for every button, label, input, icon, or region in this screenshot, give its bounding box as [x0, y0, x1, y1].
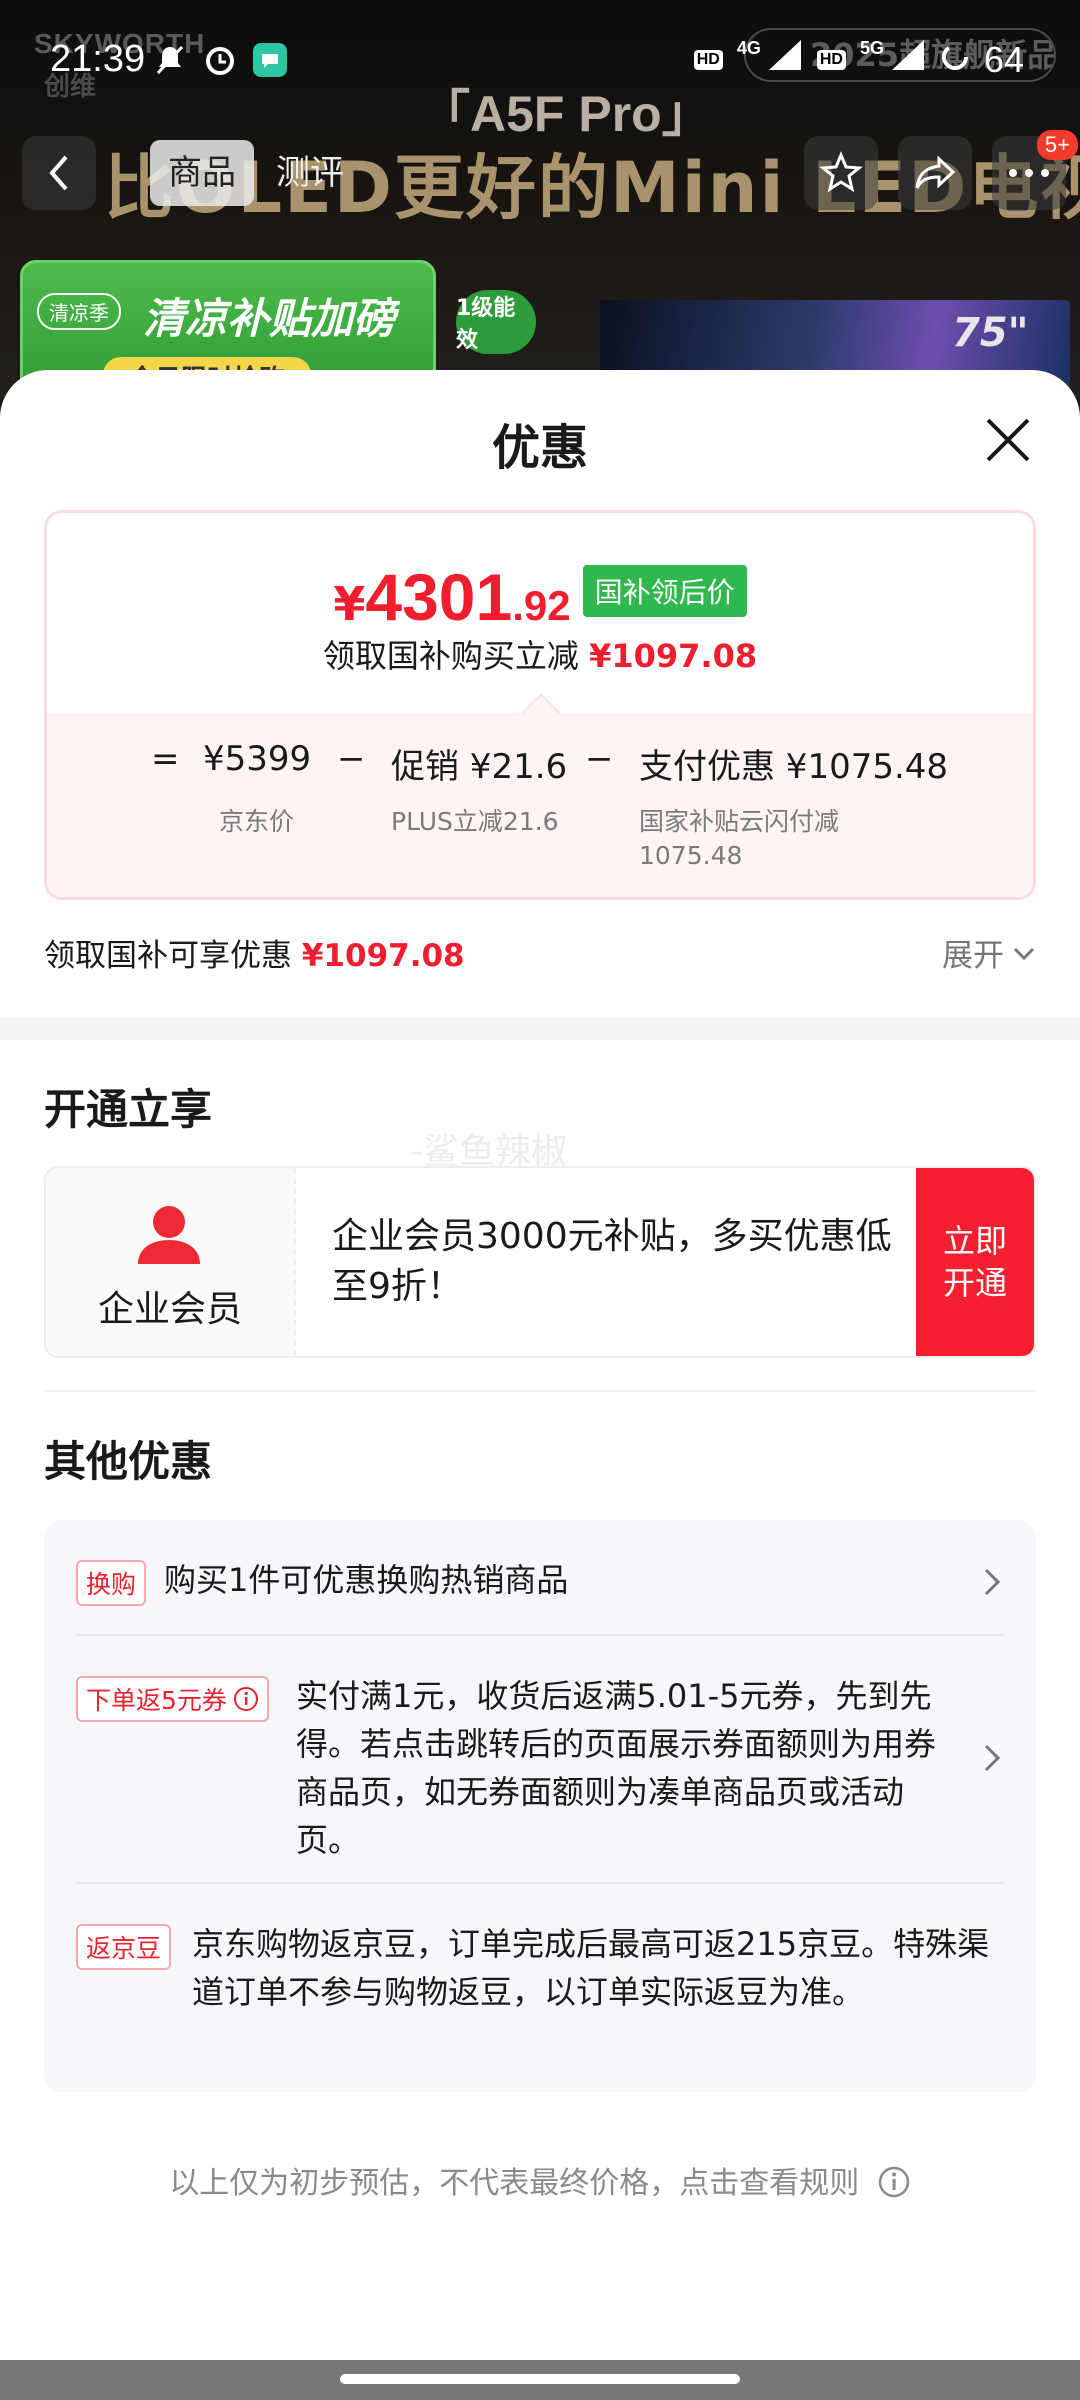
- promo-discount: 促销 ¥21.6: [391, 747, 568, 787]
- info-icon: [878, 2166, 910, 2198]
- open-now-line1: 立即: [942, 1222, 1007, 1260]
- subsidy-saving-line: 领取国补购买立减 ¥1097.08: [47, 631, 1033, 677]
- battery-ring-icon: [940, 39, 970, 81]
- final-price-row: ¥ 4301 .92 国补领后价: [47, 559, 1033, 635]
- other-discounts-card: 换购 购买1件可优惠换购热销商品 下单返5元券 实付满1元，收货后返满5.01-…: [44, 1520, 1036, 2092]
- chat-app-icon: [252, 42, 288, 78]
- divider: [44, 1390, 1036, 1392]
- subsidy-saving-amount: ¥1097.08: [589, 637, 758, 675]
- equals-sign: =: [151, 739, 180, 779]
- status-time: 21:39: [50, 38, 146, 80]
- nav-actions: 5+: [804, 130, 1078, 210]
- price-breakdown-card: ¥ 4301 .92 国补领后价 领取国补购买立减 ¥1097.08 = ¥53…: [44, 510, 1036, 900]
- share-button[interactable]: [898, 136, 972, 210]
- enterprise-member-card[interactable]: 企业会员 企业会员3000元补贴，多买优惠低至9折！ 立即 开通: [44, 1166, 1036, 1358]
- status-icons-right: HD 4G HD 5G 64: [693, 38, 1024, 81]
- offer-trade-in[interactable]: 换购 购买1件可优惠换购热销商品: [76, 1556, 1004, 1616]
- offer-tag-label: 下单返5元券: [86, 1686, 227, 1715]
- banner-tag: 清凉季: [37, 293, 121, 330]
- close-icon: [986, 418, 1030, 462]
- promo-note: PLUS立减21.6: [391, 807, 559, 836]
- energy-label-badge: 1级能效: [456, 290, 536, 354]
- banner-title: 清凉补贴加磅: [143, 294, 396, 343]
- battery-percent: 64: [983, 38, 1024, 80]
- more-dots-icon: [1009, 169, 1049, 177]
- offer-tag: 下单返5元券: [76, 1676, 269, 1722]
- available-discount-row: 领取国补可享优惠 ¥1097.08 展开: [44, 930, 1036, 980]
- star-icon: [819, 151, 863, 193]
- hd-icon: HD: [816, 49, 846, 70]
- other-discounts-title: 其他优惠: [44, 1437, 213, 1486]
- mute-icon: [152, 42, 188, 78]
- rules-note-text: 以上仅为初步预估，不代表最终价格，点击查看规则: [169, 2166, 860, 2201]
- subsidy-saving-label: 领取国补购买立减: [322, 637, 579, 675]
- open-membership-title: 开通立享: [44, 1085, 213, 1134]
- price-integer: 4301: [365, 560, 513, 634]
- navigation-bar: [0, 2360, 1080, 2400]
- available-discount-label: 领取国补可享优惠: [44, 938, 292, 974]
- rules-note[interactable]: 以上仅为初步预估，不代表最终价格，点击查看规则: [0, 2158, 1080, 2202]
- back-button[interactable]: [22, 136, 96, 210]
- more-button[interactable]: 5+: [992, 130, 1078, 210]
- offer-divider: [76, 1634, 1004, 1636]
- member-type-label: 企业会员: [97, 1289, 242, 1330]
- offer-tag: 返京豆: [76, 1924, 172, 1970]
- signal-icon: [890, 38, 926, 81]
- available-discount-amount: ¥1097.08: [301, 938, 465, 974]
- jd-price: ¥5399: [203, 739, 312, 779]
- favorite-button[interactable]: [804, 136, 878, 210]
- expand-button[interactable]: 展开: [942, 930, 1036, 975]
- expand-label: 展开: [942, 938, 1004, 974]
- payment-note-line2: 1075.48: [639, 841, 743, 870]
- home-indicator[interactable]: [340, 2374, 740, 2384]
- member-badge-area: 企业会员: [46, 1168, 296, 1356]
- status-bar: 21:39 HD 4G HD 5G 64: [0, 0, 1080, 120]
- offer-text: 购买1件可优惠换购热销商品: [164, 1561, 569, 1599]
- payment-note-line1: 国家补贴云闪付减: [639, 807, 840, 836]
- offer-coupon-return[interactable]: 下单返5元券 实付满1元，收货后返满5.01-5元券，先到先得。若点击跳转后的页…: [76, 1672, 1004, 1872]
- section-divider: [0, 1018, 1080, 1040]
- close-button[interactable]: [980, 412, 1036, 468]
- alarm-icon: [202, 42, 238, 78]
- offer-tag: 换购: [76, 1560, 147, 1606]
- offer-jd-beans: 返京豆 京东购物返京豆，订单完成后最高可返215京豆。特殊渠道订单不参与购物返豆…: [76, 1920, 1004, 2070]
- network-type-2: 5G: [859, 38, 884, 58]
- offer-divider: [76, 1882, 1004, 1884]
- tab-review[interactable]: 测评: [258, 140, 362, 206]
- offer-text: 实付满1元，收货后返满5.01-5元券，先到先得。若点击跳转后的页面展示券面额则…: [296, 1677, 937, 1859]
- minus-sign: −: [585, 739, 614, 779]
- message-count-badge: 5+: [1036, 130, 1078, 160]
- discount-sheet: 优惠 ¥ 4301 .92 国补领后价 领取国补购买立减 ¥1097.08 = …: [0, 370, 1080, 2360]
- chevron-right-icon: [984, 1568, 1001, 1596]
- price-decimal: .92: [512, 582, 571, 629]
- subsidy-price-tag: 国补领后价: [582, 565, 747, 617]
- status-icons-left: [152, 42, 288, 78]
- price-formula: = ¥5399 − 促销 ¥21.6 − 支付优惠 ¥1075.48: [47, 739, 1033, 787]
- hd-icon: HD: [693, 49, 723, 70]
- chevron-down-icon: [1013, 947, 1035, 960]
- sheet-title: 优惠: [491, 420, 588, 476]
- info-icon: [233, 1687, 258, 1711]
- price-currency: ¥: [333, 577, 366, 631]
- tv-size-label: 75": [952, 310, 1029, 356]
- payment-note: 国家补贴云闪付减 1075.48: [639, 805, 839, 873]
- chevron-right-icon: [984, 1744, 1001, 1772]
- person-icon: [138, 1206, 200, 1264]
- jd-price-note: 京东价: [219, 807, 295, 836]
- offer-text: 京东购物返京豆，订单完成后最高可返215京豆。特殊渠道订单不参与购物返豆，以订单…: [192, 1925, 990, 2011]
- member-benefit-text: 企业会员3000元补贴，多买优惠低至9折！: [332, 1216, 892, 1307]
- payment-discount: 支付优惠 ¥1075.48: [639, 747, 949, 787]
- chevron-left-icon: [49, 155, 68, 191]
- minus-sign: −: [337, 739, 366, 779]
- signal-icon: [767, 38, 803, 81]
- tab-product[interactable]: 商品: [150, 140, 254, 206]
- open-now-line2: 开通: [942, 1264, 1007, 1302]
- network-type-1: 4G: [736, 38, 761, 58]
- product-nav-bar: 商品 测评 5+: [0, 130, 1080, 214]
- share-icon: [915, 155, 956, 189]
- open-now-button[interactable]: 立即 开通: [916, 1168, 1034, 1356]
